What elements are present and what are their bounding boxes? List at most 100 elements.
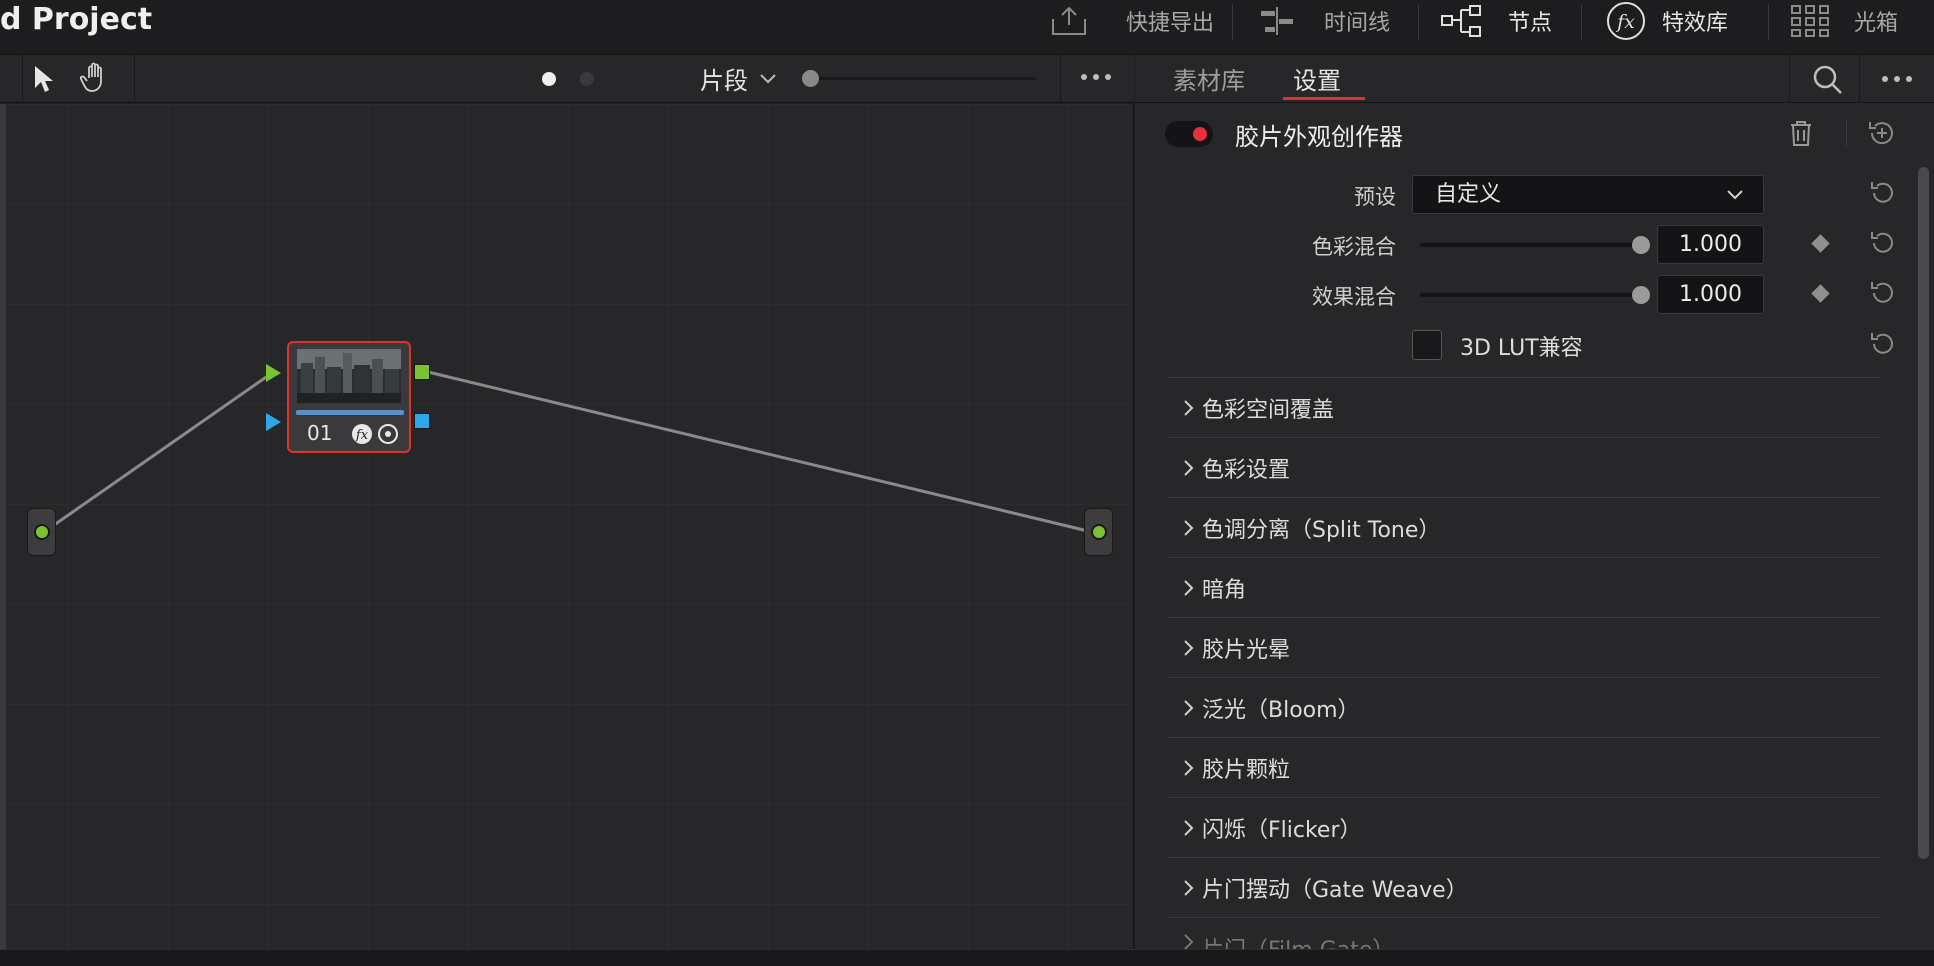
section-color-settings[interactable]: 色彩设置: [1168, 437, 1880, 497]
connection-line: [43, 371, 273, 534]
node-progress-bar: [296, 410, 404, 415]
section-label: 暗角: [1202, 577, 1247, 603]
nav-lightbox[interactable]: 光箱: [1790, 0, 1898, 41]
trash-icon[interactable]: [1788, 119, 1814, 147]
corrector-node[interactable]: 01 fx: [287, 341, 411, 453]
slider-knob[interactable]: [1632, 286, 1650, 304]
section-label: 胶片颗粒: [1202, 757, 1291, 783]
slider-knob[interactable]: [1632, 236, 1650, 254]
bottom-bar: [0, 949, 1934, 966]
timeline-icon: [1256, 5, 1298, 37]
tab-divider: [1789, 55, 1790, 103]
chevron-right-icon: [1168, 638, 1202, 658]
toggle-indicator: [1193, 127, 1207, 141]
reset-icon[interactable]: [1868, 329, 1898, 359]
section-flicker[interactable]: 闪烁（Flicker）: [1168, 797, 1880, 857]
section-label: 胶片光晕: [1202, 637, 1291, 663]
svg-text:fx: fx: [355, 428, 369, 443]
nav-divider: [1581, 4, 1582, 40]
color-mix-slider[interactable]: [1420, 236, 1650, 254]
connection-line: [427, 370, 1093, 534]
target-badge-icon: [377, 423, 399, 445]
nodes-icon: [1440, 4, 1484, 38]
preset-value: 自定义: [1435, 182, 1502, 207]
chevron-right-icon: [1168, 458, 1202, 478]
effect-enable-toggle[interactable]: [1165, 121, 1213, 147]
node-thumbnail: [297, 349, 401, 403]
nav-nodes[interactable]: 节点: [1440, 0, 1552, 41]
chevron-right-icon: [1168, 818, 1202, 838]
node-number: 01: [307, 421, 333, 445]
chevron-right-icon: [1168, 518, 1202, 538]
lut-compat-label: 3D LUT兼容: [1460, 336, 1583, 361]
effect-mix-value[interactable]: 1.000: [1657, 275, 1764, 314]
effect-title: 胶片外观创作器: [1235, 122, 1403, 151]
reset-icon[interactable]: [1868, 228, 1898, 258]
section-vignette[interactable]: 暗角: [1168, 557, 1880, 617]
section-label: 色彩空间覆盖: [1202, 397, 1335, 423]
chevron-right-icon: [1168, 578, 1202, 598]
nav-effects-library[interactable]: fx 特效库: [1606, 0, 1728, 41]
fx-badge-icon: fx: [351, 423, 373, 445]
header-divider: [1846, 119, 1847, 147]
more-options-icon[interactable]: [1879, 69, 1919, 89]
fx-icon: fx: [1606, 1, 1646, 41]
nav-divider: [1418, 4, 1419, 40]
tab-media-library[interactable]: 素材库: [1173, 61, 1245, 96]
lut-compat-checkbox[interactable]: [1412, 330, 1442, 360]
chevron-right-icon: [1168, 398, 1202, 418]
nav-timeline[interactable]: 时间线: [1256, 0, 1390, 41]
chevron-right-icon: [1168, 932, 1202, 949]
node-rgb-input-port[interactable]: [266, 364, 281, 382]
section-bloom[interactable]: 泛光（Bloom）: [1168, 677, 1880, 737]
chevron-right-icon: [1168, 698, 1202, 718]
node-connections: [43, 370, 1093, 534]
effect-mix-slider[interactable]: [1420, 286, 1650, 304]
node-key-output-port[interactable]: [414, 413, 430, 429]
section-color-space-override[interactable]: 色彩空间覆盖: [1168, 377, 1880, 437]
chevron-right-icon: [1168, 758, 1202, 778]
tab-settings[interactable]: 设置: [1293, 61, 1341, 96]
search-icon[interactable]: [1811, 63, 1845, 97]
tab-divider: [1859, 55, 1860, 103]
node-key-input-port[interactable]: [266, 413, 281, 431]
add-reset-icon[interactable]: [1866, 117, 1898, 149]
node-rgb-output-port[interactable]: [414, 364, 430, 380]
inspector-tabs: 素材库 设置: [1135, 55, 1934, 103]
reset-icon[interactable]: [1868, 278, 1898, 308]
chevron-right-icon: [1168, 878, 1202, 898]
section-label: 色调分离（Split Tone）: [1202, 517, 1441, 543]
nav-divider: [1232, 4, 1233, 40]
nav-label: 节点: [1508, 10, 1553, 36]
effect-mix-label: 效果混合: [1312, 285, 1396, 309]
input-port[interactable]: [34, 524, 50, 540]
section-label: 片门（Film Gate）: [1202, 932, 1394, 949]
section-label: 片门摆动（Gate Weave）: [1202, 877, 1468, 903]
section-label: 色彩设置: [1202, 457, 1291, 483]
preset-label: 预设: [1354, 185, 1396, 209]
chevron-down-icon: [1725, 176, 1745, 213]
nav-label: 光箱: [1854, 10, 1899, 36]
section-label: 泛光（Bloom）: [1202, 697, 1360, 723]
svg-text:fx: fx: [1615, 11, 1635, 33]
lightbox-icon: [1790, 4, 1830, 38]
section-film-grain[interactable]: 胶片颗粒: [1168, 737, 1880, 797]
output-node[interactable]: [1084, 508, 1113, 556]
section-split-tone[interactable]: 色调分离（Split Tone）: [1168, 497, 1880, 557]
output-port[interactable]: [1091, 524, 1107, 540]
active-tab-underline: [1283, 97, 1365, 100]
inspector-scrollbar[interactable]: [1918, 167, 1929, 859]
preset-dropdown[interactable]: 自定义: [1412, 175, 1764, 214]
reset-icon[interactable]: [1868, 178, 1898, 208]
nav-label: 时间线: [1324, 10, 1391, 36]
nav-label: 快捷导出: [1126, 10, 1215, 36]
nav-divider: [1768, 4, 1769, 40]
input-node[interactable]: [27, 508, 56, 556]
color-mix-value[interactable]: 1.000: [1657, 225, 1764, 264]
section-gate-weave[interactable]: 片门摆动（Gate Weave）: [1168, 857, 1880, 917]
effect-header: 胶片外观创作器: [1165, 116, 1403, 152]
section-film-gate[interactable]: 片门（Film Gate）: [1168, 917, 1880, 949]
section-film-halation[interactable]: 胶片光晕: [1168, 617, 1880, 677]
color-mix-label: 色彩混合: [1312, 235, 1396, 259]
section-label: 闪烁（Flicker）: [1202, 817, 1362, 843]
